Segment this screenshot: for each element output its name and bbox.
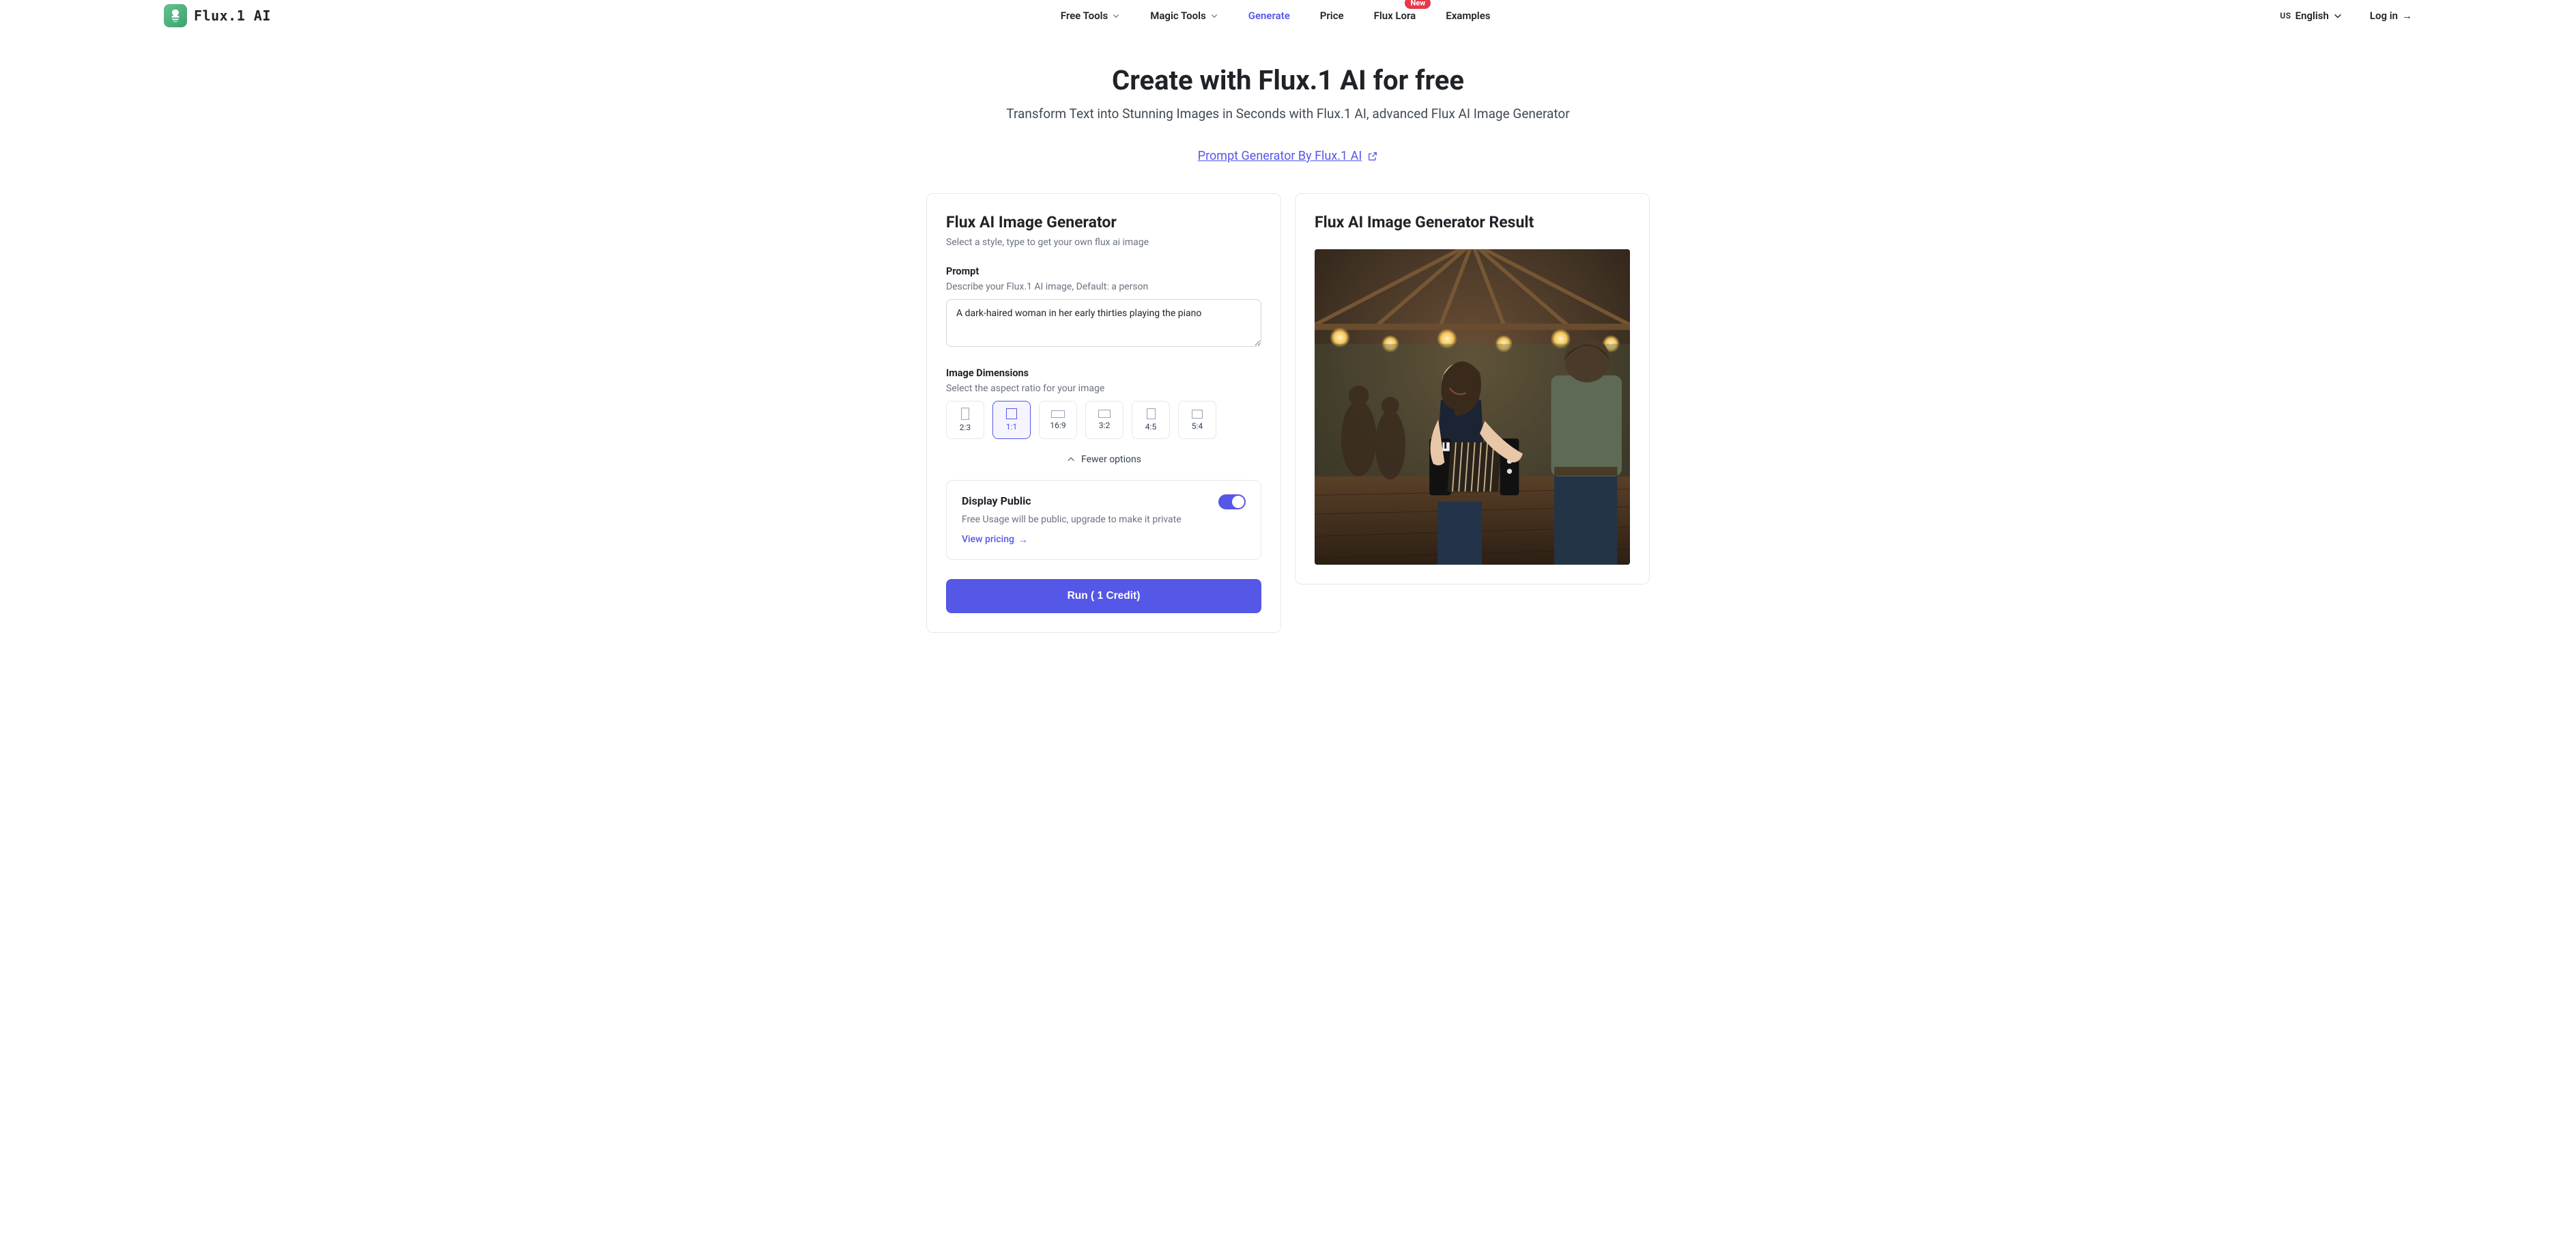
- external-link-icon: [1367, 151, 1378, 162]
- panels: Flux AI Image Generator Select a style, …: [0, 177, 2576, 649]
- topbar: Flux.1 AI Free Tools Magic Tools Generat…: [0, 0, 2576, 44]
- result-image: [1315, 249, 1630, 565]
- badge-new: New: [1405, 0, 1431, 9]
- generator-hint: Select a style, type to get your own flu…: [946, 237, 1261, 248]
- prompt-input[interactable]: [946, 299, 1261, 347]
- prompt-generator-label: Prompt Generator By Flux.1 AI: [1198, 149, 1362, 163]
- page-title: Create with Flux.1 AI for free: [926, 64, 1650, 96]
- ratio-label: 2:3: [960, 423, 971, 432]
- generator-title: Flux AI Image Generator: [946, 213, 1261, 231]
- language-selector[interactable]: US English: [2280, 10, 2342, 22]
- nav-flux-lora-label: Flux Lora: [1374, 10, 1416, 22]
- login-label: Log in: [2370, 10, 2398, 22]
- chevron-up-icon: [1066, 455, 1076, 464]
- aspect-ratio-5-4[interactable]: 5:4: [1178, 401, 1216, 439]
- ratio-label: 16:9: [1050, 421, 1065, 430]
- ratio-label: 5:4: [1192, 421, 1203, 431]
- nav-price[interactable]: Price: [1320, 10, 1344, 22]
- display-public-toggle[interactable]: [1218, 494, 1246, 509]
- display-public-card: Display Public Free Usage will be public…: [946, 480, 1261, 560]
- logo-icon: [164, 4, 187, 27]
- fewer-options-toggle[interactable]: Fewer options: [946, 454, 1261, 465]
- aspect-ratio-1-1[interactable]: 1:1: [992, 401, 1031, 439]
- aspect-ratio-16-9[interactable]: 16:9: [1039, 401, 1077, 439]
- nav-flux-lora[interactable]: Flux Lora New: [1374, 10, 1416, 22]
- language-prefix: US: [2280, 11, 2291, 20]
- brand[interactable]: Flux.1 AI: [164, 4, 271, 27]
- nav-magic-tools-label: Magic Tools: [1150, 10, 1205, 22]
- nav-examples[interactable]: Examples: [1446, 10, 1490, 22]
- arrow-right-icon: →: [1018, 534, 1028, 546]
- arrow-right-icon: →: [2402, 10, 2412, 22]
- main-nav: Free Tools Magic Tools Generate Price Fl…: [1061, 10, 1491, 22]
- nav-magic-tools[interactable]: Magic Tools: [1150, 10, 1218, 22]
- prompt-label: Prompt: [946, 266, 1261, 277]
- nav-free-tools[interactable]: Free Tools: [1061, 10, 1120, 22]
- ratio-shape-icon: [961, 408, 969, 420]
- prompt-sublabel: Describe your Flux.1 AI image, Default: …: [946, 281, 1261, 292]
- right-nav: US English Log in →: [2280, 10, 2412, 22]
- dimensions-label: Image Dimensions: [946, 367, 1261, 379]
- language-label: English: [2295, 10, 2329, 22]
- ratio-shape-icon: [1098, 410, 1111, 418]
- ratio-shape-icon: [1192, 410, 1203, 419]
- ratio-label: 4:5: [1145, 422, 1156, 432]
- ratio-shape-icon: [1006, 408, 1017, 419]
- toggle-knob: [1232, 496, 1244, 508]
- nav-free-tools-label: Free Tools: [1061, 10, 1108, 22]
- aspect-ratio-4-5[interactable]: 4:5: [1132, 401, 1170, 439]
- dimensions-section: Image Dimensions Select the aspect ratio…: [946, 367, 1261, 439]
- fewer-options-label: Fewer options: [1081, 454, 1141, 465]
- ratio-shape-icon: [1147, 408, 1156, 419]
- view-pricing-link[interactable]: View pricing →: [962, 534, 1028, 546]
- aspect-ratio-2-3[interactable]: 2:3: [946, 401, 984, 439]
- prompt-section: Prompt Describe your Flux.1 AI image, De…: [946, 266, 1261, 350]
- prompt-generator-link[interactable]: Prompt Generator By Flux.1 AI: [1198, 149, 1379, 163]
- aspect-ratio-group: 2:3 1:1 16:9 3:2 4:5 5:4: [946, 401, 1261, 439]
- chevron-down-icon: [2333, 11, 2343, 20]
- display-public-title: Display Public: [962, 494, 1246, 507]
- chevron-down-icon: [1210, 12, 1218, 20]
- view-pricing-label: View pricing: [962, 534, 1014, 545]
- generator-panel: Flux AI Image Generator Select a style, …: [926, 193, 1281, 633]
- hero: Create with Flux.1 AI for free Transform…: [913, 64, 1663, 163]
- ratio-label: 1:1: [1006, 422, 1017, 432]
- ratio-label: 3:2: [1099, 421, 1110, 430]
- brand-name: Flux.1 AI: [194, 8, 271, 24]
- result-title: Flux AI Image Generator Result: [1315, 213, 1630, 231]
- dimensions-sublabel: Select the aspect ratio for your image: [946, 383, 1261, 394]
- display-public-desc: Free Usage will be public, upgrade to ma…: [962, 514, 1246, 525]
- ratio-shape-icon: [1051, 410, 1065, 418]
- nav-generate[interactable]: Generate: [1248, 10, 1290, 22]
- page-subtitle: Transform Text into Stunning Images in S…: [926, 106, 1650, 122]
- aspect-ratio-3-2[interactable]: 3:2: [1085, 401, 1124, 439]
- result-panel: Flux AI Image Generator Result: [1295, 193, 1650, 584]
- run-button[interactable]: Run ( 1 Credit): [946, 579, 1261, 613]
- login-button[interactable]: Log in →: [2370, 10, 2412, 22]
- chevron-down-icon: [1112, 12, 1120, 20]
